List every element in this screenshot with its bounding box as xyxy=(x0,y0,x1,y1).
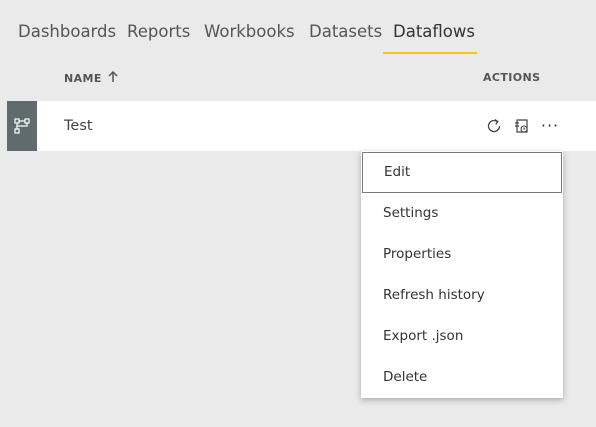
refresh-icon[interactable] xyxy=(484,116,504,136)
dataflow-icon xyxy=(7,101,37,151)
more-options-glyph: ··· xyxy=(540,116,560,135)
column-header-name[interactable]: NAME xyxy=(64,70,118,87)
menu-item-refresh-history[interactable]: Refresh history xyxy=(361,275,563,316)
active-tab-indicator xyxy=(383,52,477,54)
tab-dataflows[interactable]: Dataflows xyxy=(393,20,475,44)
menu-item-settings[interactable]: Settings xyxy=(361,193,563,234)
tab-dashboards[interactable]: Dashboards xyxy=(18,20,116,44)
column-header-actions: ACTIONS xyxy=(483,71,541,84)
column-header-name-label: NAME xyxy=(64,72,102,85)
content-tabs: Dashboards Reports Workbooks Datasets Da… xyxy=(0,0,596,56)
tab-datasets[interactable]: Datasets xyxy=(309,20,382,44)
tab-reports[interactable]: Reports xyxy=(127,20,190,44)
more-options-icon[interactable]: ··· xyxy=(540,116,560,136)
menu-item-export-json[interactable]: Export .json xyxy=(361,316,563,357)
table-row[interactable]: Test ··· xyxy=(7,101,596,151)
schedule-refresh-icon[interactable] xyxy=(512,116,532,136)
sort-ascending-icon xyxy=(108,70,118,87)
menu-item-edit[interactable]: Edit xyxy=(362,152,562,193)
tab-workbooks[interactable]: Workbooks xyxy=(204,20,295,44)
menu-item-properties[interactable]: Properties xyxy=(361,234,563,275)
row-context-menu: Edit Settings Properties Refresh history… xyxy=(361,151,563,398)
menu-item-delete[interactable]: Delete xyxy=(361,357,563,398)
row-name-link[interactable]: Test xyxy=(64,117,93,135)
